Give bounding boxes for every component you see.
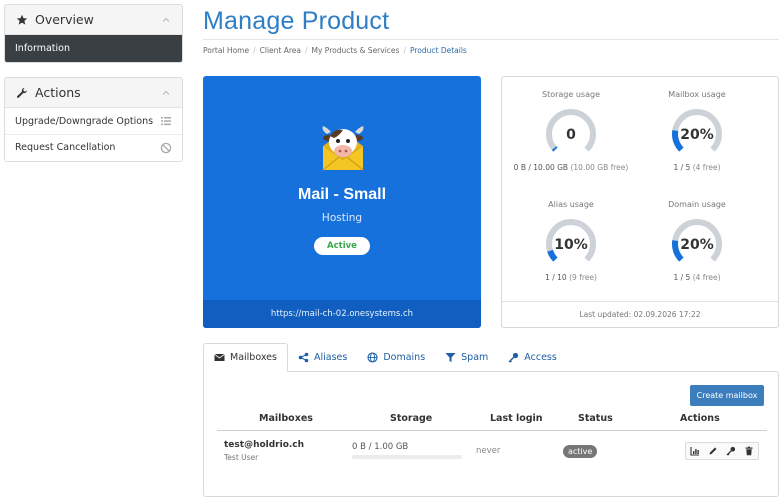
sidebar-item-request-cancellation[interactable]: Request Cancellation xyxy=(5,134,182,160)
star-icon xyxy=(16,14,28,26)
usage-card: Storage usage 0 0 B / 10.00 GB (10.00 GB… xyxy=(501,76,779,328)
gauge-detail-value: 1 / 5 xyxy=(673,273,691,282)
gauge-value: 20% xyxy=(680,127,714,143)
tab-aliases[interactable]: Aliases xyxy=(288,343,357,372)
mailboxes-panel: Create mailbox Mailboxes Storage Last lo… xyxy=(203,371,779,497)
gauge-detail-free: (10.00 GB free) xyxy=(570,163,629,172)
product-card: Mail - Small Hosting Active https://mail… xyxy=(203,76,481,328)
product-status-badge: Active xyxy=(314,237,370,255)
gauge-label: Alias usage xyxy=(548,200,594,209)
ban-icon xyxy=(160,142,172,154)
list-icon xyxy=(160,115,172,127)
gauge-detail: 1 / 5 (4 free) xyxy=(632,273,762,283)
breadcrumb: Portal Home / Client Area / My Products & Se… xyxy=(203,46,467,55)
pencil-icon[interactable] xyxy=(704,443,722,459)
trash-icon[interactable] xyxy=(740,443,758,459)
tab-label: Access xyxy=(524,352,557,363)
gauge-dial: 20% xyxy=(672,109,722,152)
cow-mail-logo-icon xyxy=(317,122,369,174)
envelope-icon xyxy=(214,352,225,363)
row-actions xyxy=(685,442,759,460)
tab-access[interactable]: Access xyxy=(498,343,567,372)
gauge-detail-free: (4 free) xyxy=(692,273,721,282)
product-name: Mail - Small xyxy=(297,186,387,203)
gauge-label: Storage usage xyxy=(542,90,600,99)
product-url-link[interactable]: https://mail-ch-02.onesystems.ch xyxy=(203,300,481,328)
actions-panel-header[interactable]: Actions xyxy=(5,78,182,108)
gauge-detail-value: 0 B / 10.00 GB xyxy=(513,163,569,172)
chart-icon[interactable] xyxy=(686,443,704,459)
storage-progress-bar xyxy=(352,455,462,459)
filter-icon xyxy=(445,352,456,363)
tab-label: Mailboxes xyxy=(230,352,277,363)
column-header-storage: Storage xyxy=(390,413,433,424)
domain-usage-gauge: Domain usage 20% 1 / 5 (4 free) xyxy=(632,200,762,283)
overview-panel-header[interactable]: Overview xyxy=(5,5,182,35)
gauge-detail: 1 / 10 (9 free) xyxy=(506,273,636,283)
mailbox-last-login: never xyxy=(476,446,501,456)
storage-usage-gauge: Storage usage 0 0 B / 10.00 GB (10.00 GB… xyxy=(506,90,636,173)
breadcrumb-my-products[interactable]: My Products & Services xyxy=(312,46,400,55)
column-header-mailboxes: Mailboxes xyxy=(259,413,313,424)
globe-icon xyxy=(367,352,378,363)
status-badge: active xyxy=(563,445,598,458)
gauge-label: Domain usage xyxy=(668,200,726,209)
wrench-icon xyxy=(16,87,28,99)
chevron-up-icon[interactable] xyxy=(161,15,171,25)
table-header-divider xyxy=(217,430,767,431)
tab-label: Domains xyxy=(383,352,426,363)
gauge-detail: 0 B / 10.00 GB (10.00 GB free) xyxy=(506,163,636,173)
column-header-last-login: Last login xyxy=(490,413,543,424)
tab-label: Aliases xyxy=(313,352,348,363)
page-title: Manage Product xyxy=(203,7,390,35)
gauge-dial: 20% xyxy=(672,219,722,262)
mailbox-user-name: Test User xyxy=(224,453,259,462)
share-icon xyxy=(298,352,309,363)
breadcrumb-client-area[interactable]: Client Area xyxy=(260,46,301,55)
title-divider xyxy=(203,39,779,40)
gauge-value: 0 xyxy=(566,127,576,143)
product-type: Hosting xyxy=(321,212,363,224)
last-updated: Last updated: 02.09.2026 17:22 xyxy=(502,301,778,327)
gauge-value: 20% xyxy=(680,237,714,253)
alias-usage-gauge: Alias usage 10% 1 / 10 (9 free) xyxy=(506,200,636,283)
mailbox-email: test@holdrio.ch xyxy=(224,440,305,450)
gauge-detail-free: (9 free) xyxy=(569,273,597,282)
actions-title: Actions xyxy=(35,85,81,100)
column-header-status: Status xyxy=(578,413,613,424)
key-icon xyxy=(508,352,519,363)
gauge-detail-value: 1 / 10 xyxy=(545,273,567,282)
sidebar-item-label: Request Cancellation xyxy=(15,142,116,153)
mailbox-storage: 0 B / 1.00 GB xyxy=(352,442,409,452)
gauge-detail-value: 1 / 5 xyxy=(673,163,691,172)
tab-mailboxes[interactable]: Mailboxes xyxy=(203,343,288,372)
gauge-dial: 0 xyxy=(546,109,596,152)
overview-title: Overview xyxy=(35,12,94,27)
overview-panel: Overview Information xyxy=(4,4,183,63)
breadcrumb-portal-home[interactable]: Portal Home xyxy=(203,46,249,55)
chevron-up-icon[interactable] xyxy=(161,88,171,98)
create-mailbox-button[interactable]: Create mailbox xyxy=(690,385,764,406)
tab-label: Spam xyxy=(461,352,489,363)
actions-panel: Actions Upgrade/Downgrade Options Reques… xyxy=(4,77,183,162)
sidebar-item-information[interactable]: Information xyxy=(5,35,182,62)
sidebar-item-upgrade-downgrade[interactable]: Upgrade/Downgrade Options xyxy=(5,108,182,134)
gauge-label: Mailbox usage xyxy=(668,90,726,99)
key-icon[interactable] xyxy=(722,443,740,459)
sidebar-item-label: Upgrade/Downgrade Options xyxy=(15,115,154,127)
breadcrumb-current: Product Details xyxy=(409,46,467,55)
tab-spam[interactable]: Spam xyxy=(435,343,498,372)
gauge-dial: 10% xyxy=(546,219,596,262)
tab-domains[interactable]: Domains xyxy=(357,343,435,372)
gauge-detail-free: (4 free) xyxy=(692,163,721,172)
gauge-value: 10% xyxy=(554,237,588,253)
column-header-actions: Actions xyxy=(680,413,720,424)
mailbox-usage-gauge: Mailbox usage 20% 1 / 5 (4 free) xyxy=(632,90,762,173)
gauge-detail: 1 / 5 (4 free) xyxy=(632,163,762,173)
mail-tabs: Mailboxes Aliases Domains Spam Access xyxy=(203,343,567,372)
